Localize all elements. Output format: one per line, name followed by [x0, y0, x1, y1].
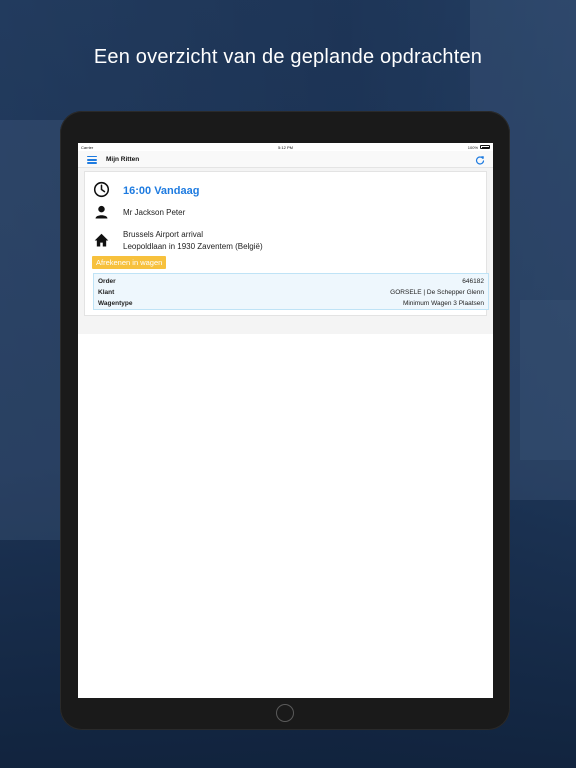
- detail-value: GORSELE | De Schepper Glenn: [390, 289, 484, 296]
- clock-icon: [93, 181, 110, 198]
- pay-in-car-button[interactable]: Afrekenen in wagen: [92, 256, 167, 269]
- person-icon: [95, 205, 108, 219]
- detail-key: Order: [98, 278, 116, 285]
- status-time: 5:12 PM: [278, 145, 293, 150]
- navigation-bar: Mijn Ritten: [78, 151, 493, 168]
- address-row: Brussels Airport arrival Leopoldlaan in …: [93, 228, 263, 251]
- battery-percent: 100%: [467, 144, 478, 150]
- home-button[interactable]: [276, 704, 294, 722]
- detail-value: 646182: [462, 278, 484, 285]
- home-icon: [94, 233, 109, 247]
- page-title: Mijn Ritten: [106, 156, 140, 163]
- status-bar: Carrier 5:12 PM 100%: [78, 143, 493, 151]
- battery-indicator: 100%: [468, 145, 490, 150]
- refresh-icon[interactable]: [475, 155, 485, 165]
- battery-icon: [480, 145, 490, 149]
- headline: Een overzicht van de geplande opdrachten: [93, 46, 483, 68]
- ride-time: 16:00 Vandaag: [123, 185, 200, 197]
- hamburger-menu-icon[interactable]: [87, 156, 97, 164]
- app-screen: Carrier 5:12 PM 100% Mijn Ritten 16:00 V…: [78, 143, 493, 698]
- passenger-name: Mr Jackson Peter: [123, 208, 186, 217]
- detail-value: Minimum Wagen 3 Plaatsen: [402, 300, 484, 307]
- ride-time-row: 16:00 Vandaag: [93, 181, 199, 198]
- ride-details-box: Order 646182 Klant GORSELE | De Schepper…: [93, 273, 489, 310]
- passenger-row: Mr Jackson Peter: [93, 204, 185, 221]
- rides-list: 16:00 Vandaag Mr Jackson Peter Brussels …: [78, 168, 493, 334]
- detail-row-vehicle-type: Wagentype Minimum Wagen 3 Plaatsen: [98, 298, 484, 309]
- detail-row-client: Klant GORSELE | De Schepper Glenn: [98, 287, 484, 298]
- detail-key: Klant: [98, 289, 115, 296]
- detail-row-order: Order 646182: [98, 276, 484, 287]
- pickup-address: Brussels Airport arrival Leopoldlaan in …: [123, 229, 263, 253]
- address-line-2: Leopoldlaan in 1930 Zaventem (België): [123, 242, 263, 251]
- detail-key: Wagentype: [98, 300, 133, 307]
- address-line-1: Brussels Airport arrival: [123, 230, 204, 239]
- ride-card[interactable]: 16:00 Vandaag Mr Jackson Peter Brussels …: [84, 171, 489, 316]
